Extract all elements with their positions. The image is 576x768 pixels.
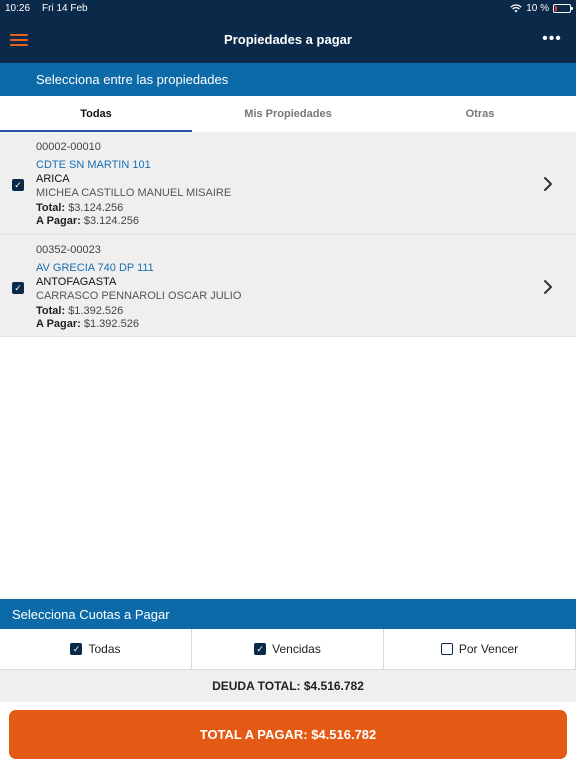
- tab-otras[interactable]: Otras: [384, 96, 576, 132]
- properties-section-header: Selecciona entre las propiedades: [0, 63, 576, 96]
- battery-percent: 10 %: [526, 2, 549, 14]
- wifi-icon: [510, 3, 522, 12]
- property-code: 00352-00023: [36, 244, 101, 256]
- property-owner: CARRASCO PENNAROLI OSCAR JULIO: [36, 290, 242, 302]
- more-icon[interactable]: •••: [542, 31, 562, 47]
- deuda-total: DEUDA TOTAL: $4.516.782: [0, 670, 576, 702]
- property-apagar-label: A Pagar:: [36, 215, 81, 227]
- property-tabs: Todas Mis Propiedades Otras: [0, 96, 576, 132]
- property-total-label: Total:: [36, 202, 66, 214]
- status-right: 10 %: [510, 2, 573, 14]
- cuotas-filter-row: ✓ Todas ✓ Vencidas Por Vencer: [0, 629, 576, 670]
- tab-mis-propiedades[interactable]: Mis Propiedades: [192, 96, 384, 132]
- filter-por-vencer-checkbox[interactable]: [440, 643, 453, 655]
- property-address: AV GRECIA 740 DP 111: [36, 262, 154, 274]
- page-title: Propiedades a pagar: [224, 32, 352, 47]
- filter-todas[interactable]: ✓ Todas: [0, 629, 192, 670]
- property-item[interactable]: ✓ 00352-00023 AV GRECIA 740 DP 111 ANTOF…: [0, 235, 576, 337]
- property-apagar: A Pagar: $3.124.256: [36, 215, 139, 227]
- property-apagar: A Pagar: $1.392.526: [36, 318, 139, 330]
- property-list: ✓ 00002-00010 CDTE SN MARTIN 101 ARICA M…: [0, 132, 576, 337]
- status-bar: 10:26 Fri 14 Feb 10 %: [0, 0, 576, 16]
- property-address: CDTE SN MARTIN 101: [36, 159, 151, 171]
- battery-icon: [553, 3, 573, 13]
- property-city: ANTOFAGASTA: [36, 276, 117, 288]
- nav-bar: Propiedades a pagar •••: [0, 16, 576, 63]
- filter-por-vencer[interactable]: Por Vencer: [384, 629, 576, 670]
- status-date: Fri 14 Feb: [42, 2, 88, 14]
- filter-todas-checkbox[interactable]: ✓: [70, 643, 83, 655]
- filter-vencidas-label: Vencidas: [272, 642, 321, 656]
- property-total: Total: $1.392.526: [36, 305, 123, 317]
- filter-todas-label: Todas: [88, 642, 121, 656]
- property-city: ARICA: [36, 173, 70, 185]
- pay-button[interactable]: TOTAL A PAGAR: $4.516.782: [9, 710, 567, 759]
- property-checkbox[interactable]: ✓: [12, 179, 24, 191]
- property-apagar-value: $1.392.526: [83, 318, 139, 330]
- chevron-right-icon[interactable]: [542, 176, 554, 192]
- property-checkbox[interactable]: ✓: [12, 282, 24, 294]
- hamburger-icon[interactable]: [10, 34, 28, 46]
- property-code: 00002-00010: [36, 141, 101, 153]
- property-total: Total: $3.124.256: [36, 202, 123, 214]
- tab-todas[interactable]: Todas: [0, 96, 192, 132]
- battery-level: [555, 5, 557, 11]
- property-total-value: $3.124.256: [68, 202, 124, 214]
- property-apagar-label: A Pagar:: [36, 318, 81, 330]
- property-total-value: $1.392.526: [68, 305, 124, 317]
- property-item[interactable]: ✓ 00002-00010 CDTE SN MARTIN 101 ARICA M…: [0, 132, 576, 235]
- property-total-label: Total:: [36, 305, 66, 317]
- filter-vencidas-checkbox[interactable]: ✓: [254, 643, 267, 655]
- status-time: 10:26: [5, 2, 31, 14]
- property-owner: MICHEA CASTILLO MANUEL MISAIRE: [36, 187, 232, 199]
- chevron-right-icon[interactable]: [542, 279, 554, 295]
- property-apagar-value: $3.124.256: [83, 215, 139, 227]
- filter-por-vencer-label: Por Vencer: [458, 642, 519, 656]
- cuotas-section-header: Selecciona Cuotas a Pagar: [0, 599, 576, 629]
- filter-vencidas[interactable]: ✓ Vencidas: [192, 629, 384, 670]
